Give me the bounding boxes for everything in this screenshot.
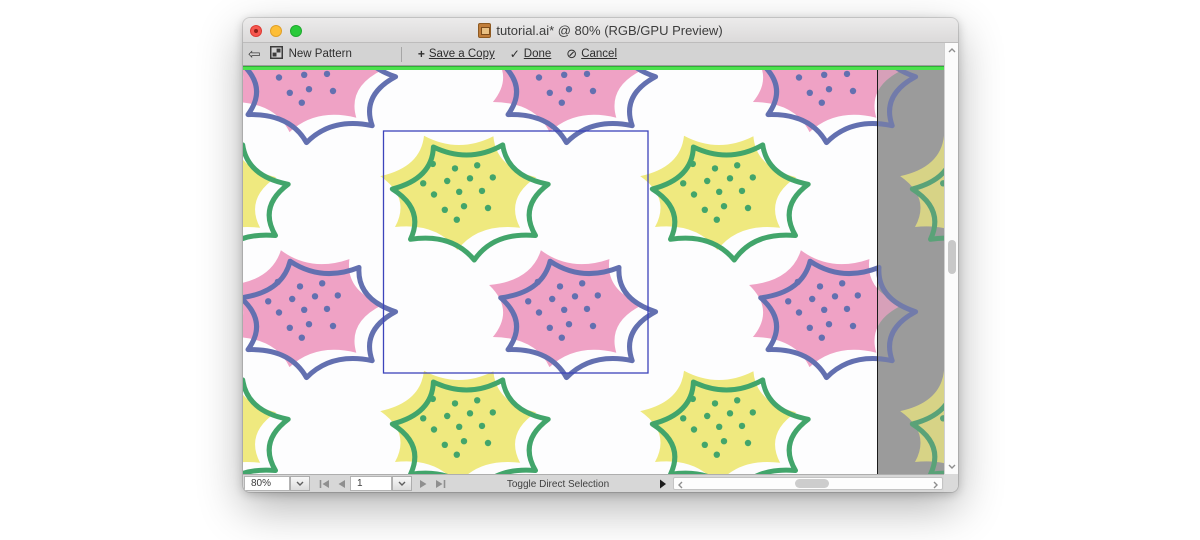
window-title: tutorial.ai* @ 80% (RGB/GPU Preview) bbox=[478, 22, 723, 38]
plus-icon: + bbox=[417, 47, 425, 61]
scroll-up-icon[interactable] bbox=[948, 48, 956, 53]
pattern-canvas[interactable] bbox=[243, 70, 944, 474]
horizontal-scrollbar-thumb[interactable] bbox=[795, 479, 829, 488]
right-triangle-icon bbox=[660, 479, 666, 489]
resize-corner[interactable] bbox=[944, 474, 958, 492]
exit-pattern-mode-icon[interactable]: ⇦ bbox=[248, 46, 261, 62]
illustrator-window: tutorial.ai* @ 80% (RGB/GPU Preview) ⇦ N… bbox=[243, 18, 958, 492]
previous-artboard-button[interactable] bbox=[334, 478, 349, 490]
splat-shape[interactable] bbox=[640, 370, 811, 474]
done-button[interactable]: ✓ Done bbox=[510, 48, 552, 60]
pattern-edit-bar: ⇦ New Pattern + Save a Copy ✓ Done ⊘ Can… bbox=[243, 43, 958, 66]
splat-shape[interactable] bbox=[640, 135, 811, 263]
splat-shape[interactable] bbox=[489, 70, 659, 146]
splat-shape[interactable] bbox=[243, 136, 291, 260]
first-artboard-button[interactable] bbox=[317, 478, 332, 490]
traffic-lights bbox=[250, 25, 302, 37]
check-icon: ✓ bbox=[509, 47, 520, 61]
status-bar: 80% 1 Toggle Direct Selection bbox=[243, 474, 958, 492]
artboard-number-field[interactable]: 1 bbox=[350, 476, 392, 491]
horizontal-scrollbar[interactable] bbox=[673, 477, 943, 490]
vertical-scrollbar-thumb[interactable] bbox=[948, 240, 956, 274]
zoom-level-dropdown[interactable] bbox=[290, 476, 310, 491]
window-title-text: tutorial.ai* @ 80% (RGB/GPU Preview) bbox=[496, 22, 723, 38]
next-artboard-button[interactable] bbox=[416, 478, 431, 490]
pattern-swatch-icon bbox=[269, 46, 283, 62]
pasteboard-dim-overlay bbox=[877, 70, 944, 474]
pattern-name-label: New Pattern bbox=[288, 48, 352, 60]
splat-shape[interactable] bbox=[380, 370, 551, 474]
scroll-left-icon[interactable] bbox=[678, 481, 683, 489]
save-a-copy-button[interactable]: + Save a Copy bbox=[418, 48, 495, 60]
status-text: Toggle Direct Selection bbox=[506, 478, 610, 490]
zoom-level-field[interactable]: 80% bbox=[244, 476, 290, 491]
splat-shape[interactable] bbox=[380, 135, 551, 263]
splat-shape[interactable] bbox=[489, 250, 659, 381]
status-bar-menu-button[interactable] bbox=[655, 477, 671, 491]
cancel-circle-icon: ⊘ bbox=[566, 46, 578, 62]
toolbar-divider bbox=[400, 46, 402, 62]
close-button[interactable] bbox=[250, 25, 262, 37]
illustrator-document-icon bbox=[478, 22, 492, 38]
title-bar[interactable]: tutorial.ai* @ 80% (RGB/GPU Preview) bbox=[243, 18, 958, 43]
chevron-down-icon bbox=[398, 481, 406, 486]
artboard-dropdown[interactable] bbox=[392, 476, 412, 491]
last-artboard-button[interactable] bbox=[433, 478, 448, 490]
splat-shape[interactable] bbox=[243, 371, 291, 474]
scroll-down-icon[interactable] bbox=[948, 464, 956, 469]
pattern-artwork[interactable] bbox=[243, 70, 944, 474]
minimize-button[interactable] bbox=[270, 25, 282, 37]
scroll-right-icon[interactable] bbox=[933, 481, 938, 489]
vertical-scrollbar[interactable] bbox=[944, 43, 958, 474]
cancel-button[interactable]: ⊘ Cancel bbox=[566, 48, 617, 61]
chevron-down-icon bbox=[296, 481, 304, 486]
zoom-button[interactable] bbox=[290, 25, 302, 37]
splat-shape[interactable] bbox=[243, 250, 399, 381]
splat-shape[interactable] bbox=[243, 70, 399, 146]
